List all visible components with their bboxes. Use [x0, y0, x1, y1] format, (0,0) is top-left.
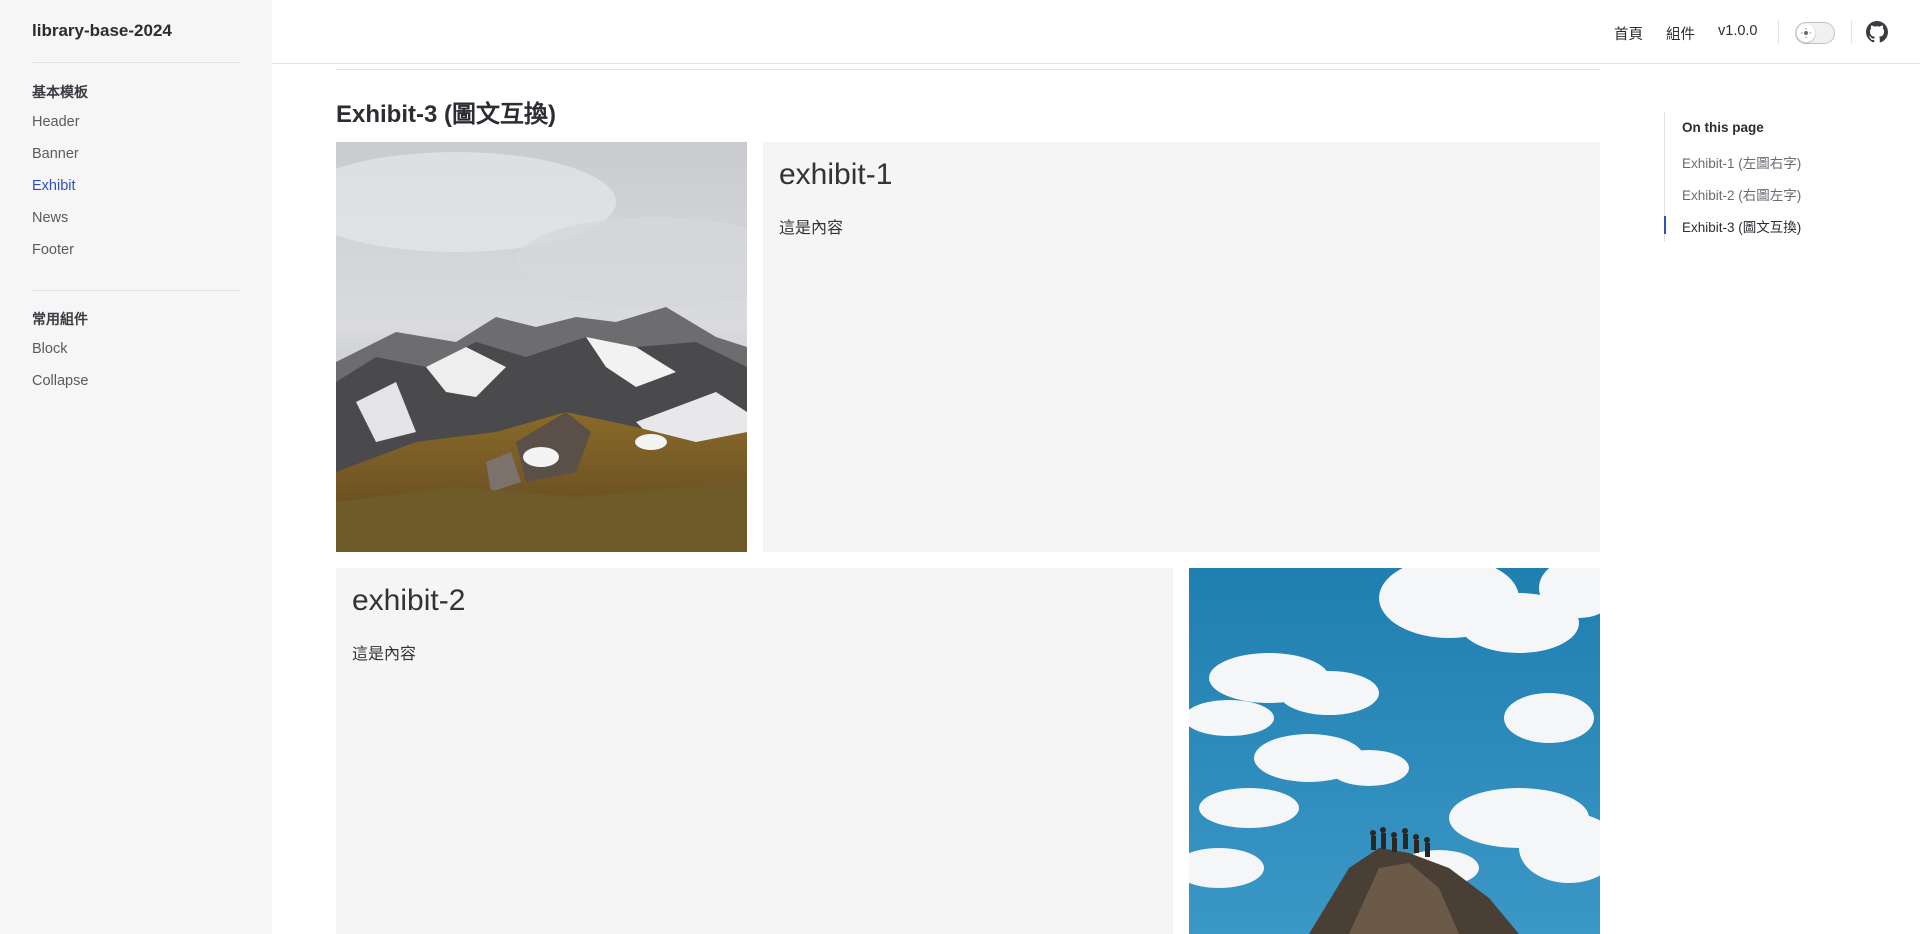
sidebar-group-title: 基本模板 [32, 84, 88, 100]
site-title[interactable]: library-base-2024 [32, 21, 172, 41]
sidebar-divider [32, 62, 240, 63]
toc-title: On this page [1682, 120, 1764, 135]
sidebar-divider [32, 290, 240, 291]
exhibit-1-body: 這是內容 [779, 220, 844, 237]
github-icon[interactable] [1866, 21, 1888, 43]
toc-active-marker [1664, 216, 1666, 234]
sidebar-item-header[interactable]: Header [32, 114, 80, 130]
sidebar-item-exhibit[interactable]: Exhibit [32, 178, 76, 194]
section-title: Exhibit-3 (圖文互換) [336, 101, 556, 128]
exhibit-2-title: exhibit-2 [352, 584, 466, 617]
nav-link-home[interactable]: 首頁 [1614, 23, 1643, 44]
sidebar: library-base-2024 基本模板 Header Banner Exh… [0, 0, 272, 934]
hilltop-sky-photo [1189, 568, 1600, 934]
sidebar-item-news[interactable]: News [32, 210, 68, 226]
snowy-mountain-photo [336, 142, 747, 552]
toc-item-exhibit-1[interactable]: Exhibit-1 (左圖右字) [1682, 152, 1801, 172]
nav-divider [1851, 20, 1852, 44]
table-of-contents: On this page Exhibit-1 (左圖右字) Exhibit-2 … [1664, 112, 1884, 242]
sidebar-item-footer[interactable]: Footer [32, 242, 74, 258]
version-menu[interactable]: v1.0.0 [1718, 23, 1758, 39]
nav-link-components[interactable]: 組件 [1666, 23, 1695, 44]
sidebar-item-banner[interactable]: Banner [32, 146, 79, 162]
sidebar-group-title: 常用組件 [32, 311, 88, 327]
sun-icon [1797, 24, 1815, 42]
exhibit-1-title: exhibit-1 [779, 158, 893, 191]
toc-item-exhibit-3[interactable]: Exhibit-3 (圖文互換) [1682, 216, 1801, 236]
sidebar-item-collapse[interactable]: Collapse [32, 373, 88, 389]
exhibit-2-body: 這是內容 [352, 646, 417, 663]
theme-toggle[interactable] [1795, 22, 1835, 44]
toc-item-exhibit-2[interactable]: Exhibit-2 (右圖左字) [1682, 184, 1801, 204]
exhibit-2-card: exhibit-2 這是內容 [336, 568, 1173, 934]
content-divider [336, 69, 1600, 70]
exhibit-1-card: exhibit-1 這是內容 [763, 142, 1600, 552]
sidebar-item-block[interactable]: Block [32, 341, 67, 357]
nav-divider [1778, 20, 1779, 44]
